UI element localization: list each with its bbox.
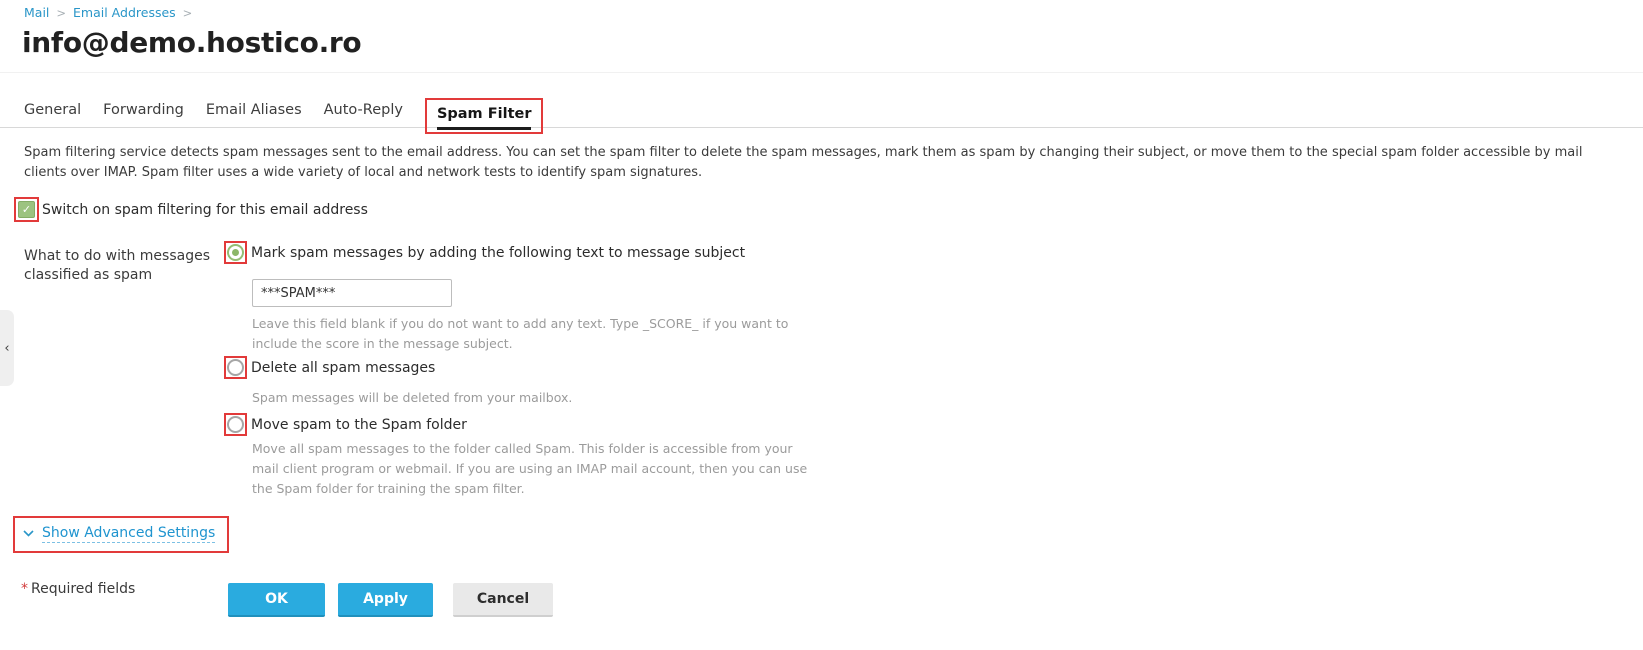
header-divider <box>0 72 1643 73</box>
apply-button[interactable]: Apply <box>338 583 433 617</box>
breadcrumb-link-email-addresses[interactable]: Email Addresses <box>73 5 176 20</box>
annotation-box <box>224 241 247 264</box>
delete-spam-help-text: Spam messages will be deleted from your … <box>252 390 573 405</box>
page-title: info@demo.hostico.ro <box>22 26 362 59</box>
radio-dot <box>232 249 239 256</box>
annotation-box: Spam Filter <box>424 98 544 134</box>
sidebar-collapse-handle[interactable]: ‹ <box>0 310 14 386</box>
form-button-row: OK Apply Cancel <box>228 583 553 617</box>
spam-filtering-switch-row: ✓ Switch on spam filtering for this emai… <box>14 197 368 222</box>
chevron-down-icon <box>23 530 34 538</box>
spam-action-group-label: What to do with messages classified as s… <box>24 248 211 283</box>
tab-forwarding[interactable]: Forwarding <box>103 102 184 127</box>
move-spam-radio[interactable] <box>227 416 244 433</box>
spam-subject-input[interactable] <box>252 279 452 307</box>
mark-spam-radio-label[interactable]: Mark spam messages by adding the followi… <box>251 245 745 261</box>
required-fields-label: Required fields <box>31 581 136 597</box>
breadcrumb: Mail > Email Addresses > <box>24 5 192 20</box>
ok-button[interactable]: OK <box>228 583 325 617</box>
delete-spam-radio[interactable] <box>227 359 244 376</box>
annotation-box <box>224 413 247 436</box>
spam-filter-description: Spam filtering service detects spam mess… <box>24 145 1583 180</box>
tab-general[interactable]: General <box>24 102 81 127</box>
cancel-button[interactable]: Cancel <box>453 583 553 617</box>
email-spam-filter-page: Mail > Email Addresses > info@demo.hosti… <box>0 0 1643 650</box>
option-move-spam-row: Move spam to the Spam folder <box>224 413 467 436</box>
spam-filtering-checkbox-label[interactable]: Switch on spam filtering for this email … <box>42 202 368 218</box>
tab-spam-filter[interactable]: Spam Filter <box>436 106 532 130</box>
tab-auto-reply[interactable]: Auto-Reply <box>324 102 403 127</box>
tab-bar: General Forwarding Email Aliases Auto-Re… <box>0 94 1643 134</box>
show-advanced-settings-link[interactable]: Show Advanced Settings <box>42 525 216 543</box>
spam-filtering-checkbox[interactable]: ✓ <box>18 201 35 218</box>
annotation-box: Show Advanced Settings <box>13 516 230 553</box>
move-spam-help-text: Move all spam messages to the folder cal… <box>252 441 808 496</box>
tab-email-aliases[interactable]: Email Aliases <box>206 102 302 127</box>
check-icon: ✓ <box>21 203 32 216</box>
option-delete-spam-row: Delete all spam messages <box>224 356 435 379</box>
mark-spam-help-text: Leave this field blank if you do not wan… <box>252 316 789 351</box>
breadcrumb-separator-icon: > <box>56 5 67 20</box>
breadcrumb-link-mail[interactable]: Mail <box>24 5 49 20</box>
mark-spam-radio[interactable] <box>227 244 244 261</box>
breadcrumb-separator-icon: > <box>182 5 193 20</box>
required-asterisk: * <box>21 581 28 597</box>
required-fields-note: * Required fields <box>21 581 135 597</box>
option-mark-spam-row: Mark spam messages by adding the followi… <box>224 241 745 264</box>
move-spam-radio-label[interactable]: Move spam to the Spam folder <box>251 417 467 433</box>
annotation-box: ✓ <box>14 197 39 222</box>
annotation-box <box>224 356 247 379</box>
chevron-left-icon: ‹ <box>4 340 10 356</box>
delete-spam-radio-label[interactable]: Delete all spam messages <box>251 360 435 376</box>
